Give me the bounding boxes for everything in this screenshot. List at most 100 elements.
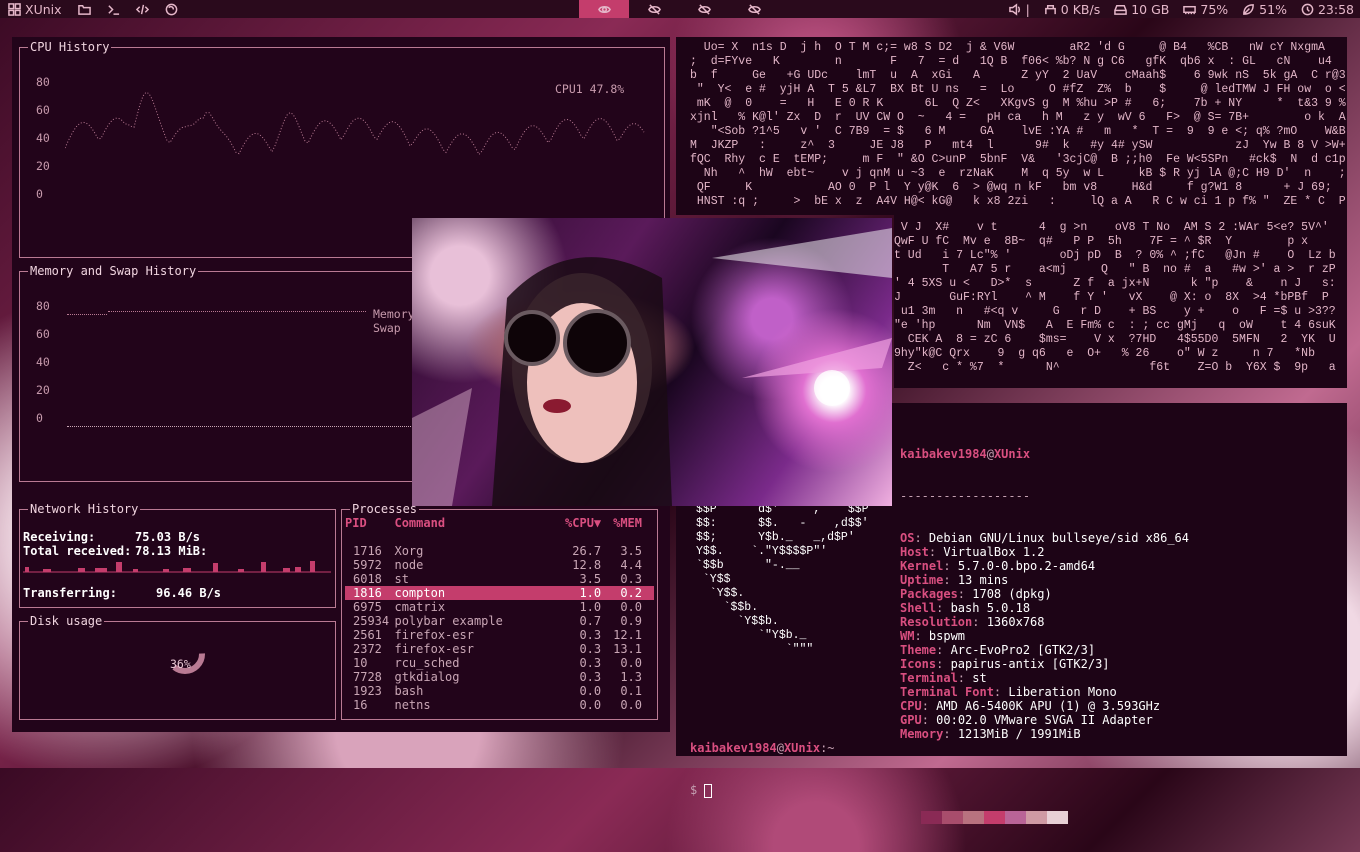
process-cpu: 12.8 (572, 558, 602, 572)
neofetch-value: st (972, 671, 987, 685)
process-mem: 13.1 (613, 642, 642, 656)
cmatrix-terminal-lower[interactable]: V J X# v t 4 g >n oV8 T No AM S 2 :WAr 5… (894, 215, 1347, 388)
cpu-ytick: 60 (36, 103, 50, 117)
network-graph (23, 561, 331, 573)
process-row[interactable]: 2561 firefox-esr 0.3 12.1 (345, 628, 654, 642)
process-row[interactable]: 1716 Xorg 26.7 3.5 (345, 544, 654, 558)
neofetch-line: Memory: 1213MiB / 1991MiB (900, 727, 1081, 741)
process-pid: 5972 (353, 558, 382, 572)
matrix-rain: Uo= X n1s D j h O T M c;= w8 S D2 j & V6… (690, 41, 1346, 208)
top-bar: XUnix | 0 KB/s 10 GB 75% 51% 23:58 (0, 0, 1360, 18)
eye-slash-icon (747, 3, 761, 15)
process-row[interactable]: 7728 gtkdialog 0.3 1.3 (345, 670, 654, 684)
app-menu[interactable]: XUnix (0, 0, 70, 18)
memory-line-start (67, 314, 107, 315)
workspace-4[interactable] (729, 0, 779, 18)
neofetch-value: 1360x768 (986, 615, 1045, 629)
workspace-1[interactable] (579, 0, 629, 18)
swap-legend: Swap (373, 321, 401, 335)
process-pid: 16 (353, 698, 368, 712)
process-pid: 1816 (345, 586, 395, 600)
process-command: cmatrix (394, 600, 446, 614)
color-swatch (984, 811, 1005, 824)
cmatrix-terminal[interactable]: Uo= X n1s D j h O T M c;= w8 S D2 j & V6… (676, 37, 1347, 215)
neofetch-line: CPU: AMD A6-5400K APU (1) @ 3.593GHz (900, 699, 1161, 713)
disk-free: 10 GB (1131, 1, 1170, 17)
process-mem: 0.3 (620, 572, 642, 586)
process-row[interactable]: 16 netns 0.0 0.0 (345, 698, 654, 712)
process-command: node (394, 558, 424, 572)
workspace-2[interactable] (629, 0, 679, 18)
neofetch-info: kaibakev1984@XUnix ------------------ OS… (900, 419, 1189, 852)
process-mem: 1.3 (620, 670, 642, 684)
neofetch-line: WM: bspwm (900, 629, 966, 643)
process-command: netns (394, 698, 431, 712)
process-row[interactable]: 10 rcu_sched 0.3 0.0 (345, 656, 654, 670)
mem-header[interactable]: %MEM (601, 516, 654, 530)
color-swatch (1005, 811, 1026, 824)
volume-module[interactable]: | (1008, 0, 1030, 18)
process-row[interactable]: 6975 cmatrix 1.0 0.0 (345, 600, 654, 614)
neofetch-key: Memory (900, 727, 944, 741)
memory-ytick: 80 (36, 299, 50, 313)
neofetch-key: Resolution (900, 615, 973, 629)
neofetch-line: Terminal Font: Liberation Mono (900, 685, 1117, 699)
clock-module[interactable]: 23:58 (1301, 0, 1354, 18)
cpu-ytick: 40 (36, 131, 50, 145)
network-history-box: Network History Receiving: 75.03 B/s Tot… (19, 502, 336, 608)
disk-usage-ring (165, 634, 205, 674)
processes-title: Processes (350, 502, 420, 516)
color-swatch (942, 811, 963, 824)
network-speed: 0 KB/s (1060, 1, 1101, 17)
browser-launcher[interactable] (157, 0, 186, 18)
process-command: rcu_sched (394, 656, 460, 670)
cpu-ytick: 0 (36, 187, 43, 201)
neofetch-line: Shell: bash 5.0.18 (900, 601, 1031, 615)
folder-icon (77, 4, 91, 15)
neofetch-line: OS: Debian GNU/Linux bullseye/sid x86_64 (900, 531, 1189, 545)
code-launcher[interactable] (128, 0, 157, 18)
folder-launcher[interactable] (70, 0, 99, 18)
neofetch-value: papirus-antix [GTK2/3] (950, 657, 1110, 671)
process-pid: 6975 (353, 600, 382, 614)
neofetch-key: Kernel (900, 559, 944, 573)
process-row[interactable]: 1816 compton 1.0 0.2 (345, 586, 654, 600)
neofetch-value: 1213MiB / 1991MiB (957, 727, 1081, 741)
neofetch-at: @ (986, 447, 994, 461)
process-row[interactable]: 5972 node 12.8 4.4 (345, 558, 654, 572)
neofetch-value: 1708 (dpkg) (972, 587, 1052, 601)
process-row[interactable]: 6018 st 3.5 0.3 (345, 572, 654, 586)
neofetch-key: OS (900, 531, 915, 545)
cpu-header[interactable]: %CPU▼ (551, 516, 601, 530)
neofetch-line: Terminal: st (900, 671, 987, 685)
pid-header[interactable]: PID (345, 516, 394, 530)
neofetch-separator: ------------------ (900, 489, 1031, 503)
command-header[interactable]: Command (394, 516, 550, 530)
process-row[interactable]: 25934 polybar example 0.7 0.9 (345, 614, 654, 628)
neofetch-line: Resolution: 1360x768 (900, 615, 1045, 629)
neofetch-value: bash 5.0.18 (950, 601, 1031, 615)
neofetch-host: XUnix (993, 447, 1031, 461)
network-history-title: Network History (28, 502, 141, 516)
total-received-label: Total received: (23, 544, 132, 558)
workspace-3[interactable] (679, 0, 729, 18)
terminal-launcher[interactable] (99, 0, 128, 18)
process-cpu: 0.0 (579, 684, 602, 698)
color-swatches (921, 811, 1189, 824)
process-mem: 0.0 (620, 600, 642, 614)
wallpaper-image-window[interactable] (412, 218, 892, 506)
neofetch-line: Kernel: 5.7.0-0.bpo.2-amd64 (900, 559, 1096, 573)
prompt-user: kaibakev1984 (690, 741, 777, 755)
memory-percent: 75% (1200, 1, 1229, 17)
process-row[interactable]: 2372 firefox-esr 0.3 13.1 (345, 642, 654, 656)
shell-prompt[interactable]: kaibakev1984@XUnix:~ $ (690, 713, 835, 826)
process-cpu: 3.5 (579, 572, 602, 586)
cpu-y-axis: 80 60 40 20 0 (36, 68, 50, 208)
process-row[interactable]: 1923 bash 0.0 0.1 (345, 684, 654, 698)
prompt-host: XUnix (783, 741, 821, 755)
memory-y-axis: 80 60 40 20 0 (36, 292, 50, 432)
process-pid: 2561 (353, 628, 382, 642)
neofetch-key: Terminal (900, 671, 958, 685)
process-cpu: 0.3 (579, 656, 602, 670)
process-pid: 6018 (353, 572, 382, 586)
